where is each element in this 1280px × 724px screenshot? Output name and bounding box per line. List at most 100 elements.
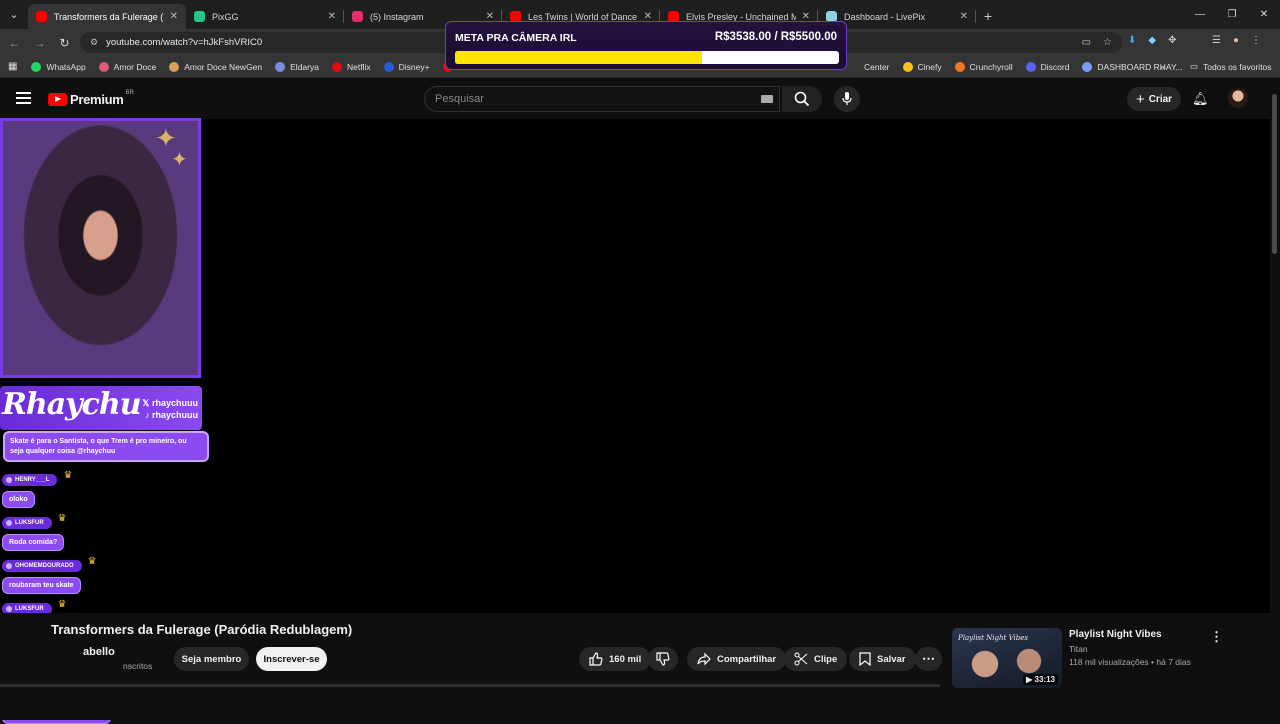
save-label: Salvar (877, 653, 906, 665)
bookmark-item[interactable]: Cinefy (902, 61, 942, 72)
download-icon[interactable]: ⬇ (1128, 35, 1136, 46)
bookmark-item[interactable]: Eldarya (275, 61, 319, 72)
bookmark-label: WhatsApp (46, 61, 86, 72)
share-icon (697, 652, 711, 666)
bookmark-item[interactable]: DASHBOARD RHAY... (1082, 61, 1183, 72)
thumbs-down-icon (656, 652, 670, 666)
chat-username: HENRY___L (2, 474, 58, 486)
share-button[interactable]: Compartilhar (687, 647, 787, 671)
bookmarks-left: WhatsApp Amor Doce Amor Doce NewGen Eldarya… (31, 61, 480, 72)
page-scrollbar[interactable] (1270, 86, 1280, 686)
subscribe-button[interactable]: Inscrever-se (256, 647, 327, 671)
voice-search-button[interactable] (834, 86, 860, 112)
gem-extension-icon[interactable]: ◆ (1148, 35, 1156, 46)
browser-tab[interactable]: Transformers da Fulerage (Parói ✕ (28, 4, 186, 29)
save-button[interactable]: Salvar (849, 647, 916, 671)
recommendation-thumbnail[interactable]: Playlist Night Vibes ▶ 33:13 (952, 628, 1062, 688)
search-icon (794, 91, 810, 107)
kebab-menu-icon[interactable]: ⋮ (1251, 35, 1261, 46)
hamburger-menu-icon[interactable] (16, 92, 31, 104)
tab-title: (5) Instagram (370, 11, 424, 22)
site-info-icon[interactable]: ⚙ (90, 37, 98, 48)
join-button[interactable]: Seja membro (174, 647, 249, 671)
back-icon[interactable]: ← (2, 36, 27, 50)
extensions-area: ⬇ ◆ ✥ (1128, 35, 1176, 46)
create-button[interactable]: + Criar (1127, 87, 1181, 111)
all-bookmarks[interactable]: ▭ Todos os favoritos (1190, 61, 1272, 72)
tab-close-icon[interactable]: ✕ (328, 11, 336, 22)
tab-close-icon[interactable]: ✕ (170, 11, 178, 22)
bookmark-item[interactable]: WhatsApp (31, 61, 86, 72)
bookmark-item[interactable]: Center (849, 62, 890, 72)
crown-icon: ♛ (57, 599, 67, 610)
profile-avatar-icon[interactable]: ● (1233, 35, 1239, 46)
clip-button[interactable]: Clipe (784, 647, 848, 671)
tiktok-logo-icon: ♪ (144, 410, 152, 420)
crown-icon: ♛ (57, 513, 67, 524)
chat-message: OHOMEMDOURADO ♛ roubaram teu skate (2, 556, 97, 594)
chat-username-text: OHOMEMDOURADO (15, 563, 74, 569)
browser-tab[interactable]: PixGG ✕ (186, 4, 344, 29)
chat-badge-icon (6, 520, 12, 526)
bookmark-label: Center (864, 61, 890, 72)
notifications-bell-icon[interactable]: 🔔︎ (1192, 91, 1209, 107)
apps-grid-icon[interactable]: ▦ (8, 61, 17, 72)
bookmark-favicon-icon (31, 61, 42, 72)
thumbs-up-icon (589, 652, 603, 666)
channel-name[interactable]: abello (83, 646, 115, 658)
new-tab-button[interactable]: + (976, 4, 1000, 29)
bookmark-label: Discord (1040, 61, 1070, 72)
youtube-logo[interactable]: Premium BR (48, 90, 134, 107)
close-window-icon[interactable]: ✕ (1248, 0, 1280, 29)
keyboard-icon[interactable] (761, 95, 773, 103)
create-label: Criar (1148, 93, 1173, 105)
cast-icon[interactable]: ▭ (1082, 37, 1091, 48)
dislike-button[interactable] (648, 647, 678, 671)
bookmark-item[interactable]: Crunchyroll (954, 61, 1013, 72)
reload-icon[interactable]: ↻ (52, 36, 77, 50)
bookmark-label: Amor Doce (113, 61, 157, 72)
bookmark-item[interactable]: Disney+ (383, 61, 430, 72)
puzzle-icon[interactable]: ✥ (1168, 35, 1176, 46)
bookmark-item[interactable]: Netflix (331, 61, 371, 72)
bookmark-label: Disney+ (398, 61, 430, 72)
tab-favicon-icon (36, 11, 47, 22)
bookmark-label: Cinefy (917, 61, 942, 72)
bookmark-item[interactable]: Discord (1025, 61, 1070, 72)
recommendation-channel[interactable]: Titan (1069, 644, 1088, 654)
like-button[interactable]: 160 mil (579, 647, 652, 671)
bookmark-favicon-icon (98, 61, 109, 72)
recommendation-menu-icon[interactable]: ⋮ (1210, 629, 1223, 645)
share-label: Compartilhar (717, 653, 777, 665)
youtube-header: Premium BR Pesquisar + Criar 🔔︎ (0, 79, 1280, 119)
pinned-message: Skate é para o Santista, o que Trem é pr… (3, 431, 209, 462)
microphone-icon (842, 92, 852, 105)
bookmark-item[interactable]: Amor Doce (98, 61, 157, 72)
minimize-icon[interactable]: — (1184, 0, 1216, 29)
scrollbar-thumb[interactable] (1272, 94, 1277, 254)
tab-close-icon[interactable]: ✕ (960, 11, 968, 22)
bookmark-star-icon[interactable]: ☆ (1103, 37, 1112, 48)
bookmark-favicon-icon (383, 61, 394, 72)
search-input[interactable]: Pesquisar (424, 86, 780, 112)
tab-title: Elvis Presley - Unchained Melo (686, 11, 796, 22)
bookmark-favicon-icon (169, 61, 180, 72)
video-title: Transformers da Fulerage (Paródia Redubl… (51, 622, 353, 637)
playlist-icon: ▶ (1026, 675, 1035, 684)
tab-search-icon[interactable]: ⌄ (0, 0, 28, 29)
tab-separator (975, 10, 976, 23)
recommendation-title[interactable]: Playlist Night Vibes (1069, 629, 1162, 640)
media-icon[interactable]: ☰ (1212, 35, 1221, 46)
avatar[interactable] (1228, 88, 1248, 108)
streamer-brand-banner: Rhaychu 𝕏 rhaychuuu ♪ rhaychuuu (0, 386, 202, 430)
bookmark-item[interactable]: Amor Doce NewGen (169, 61, 262, 72)
chat-username-text: LUKSFUR (15, 606, 44, 612)
restore-icon[interactable]: ❐ (1216, 0, 1248, 29)
more-bookmarks-icon[interactable]: » (1160, 62, 1165, 72)
forward-icon[interactable]: → (27, 36, 52, 50)
tab-favicon-icon (352, 11, 363, 22)
more-actions-icon[interactable]: ⋯ (915, 647, 942, 671)
chat-message: LUKSFUR ♛ Roda comida? (2, 513, 67, 551)
folder-icon: ▭ (1190, 61, 1199, 71)
search-button[interactable] (782, 86, 822, 112)
